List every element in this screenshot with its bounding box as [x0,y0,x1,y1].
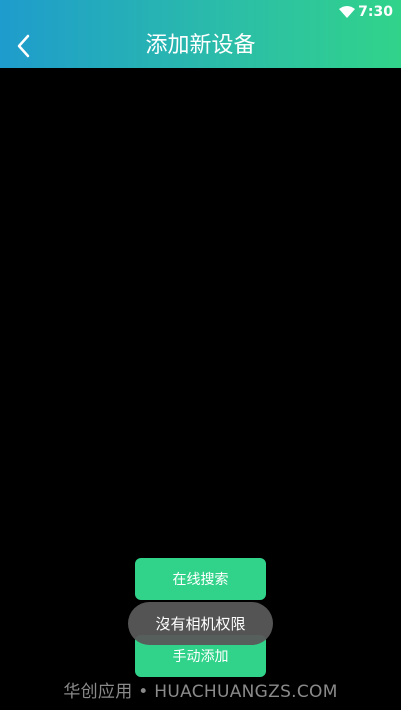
watermark: 华创应用 • HUACHUANGZS.COM [63,682,338,702]
online-search-button[interactable]: 在线搜索 [135,558,266,600]
page-title: 添加新设备 [145,33,256,58]
status-bar: 7:30 [0,0,401,24]
header: 添加新设备 [0,24,401,68]
top-bar: 7:30 添加新设备 [0,0,401,68]
status-time: 7:30 [358,4,393,20]
toast-message: 沒有相机权限 [128,602,273,645]
wifi-icon [339,6,355,18]
